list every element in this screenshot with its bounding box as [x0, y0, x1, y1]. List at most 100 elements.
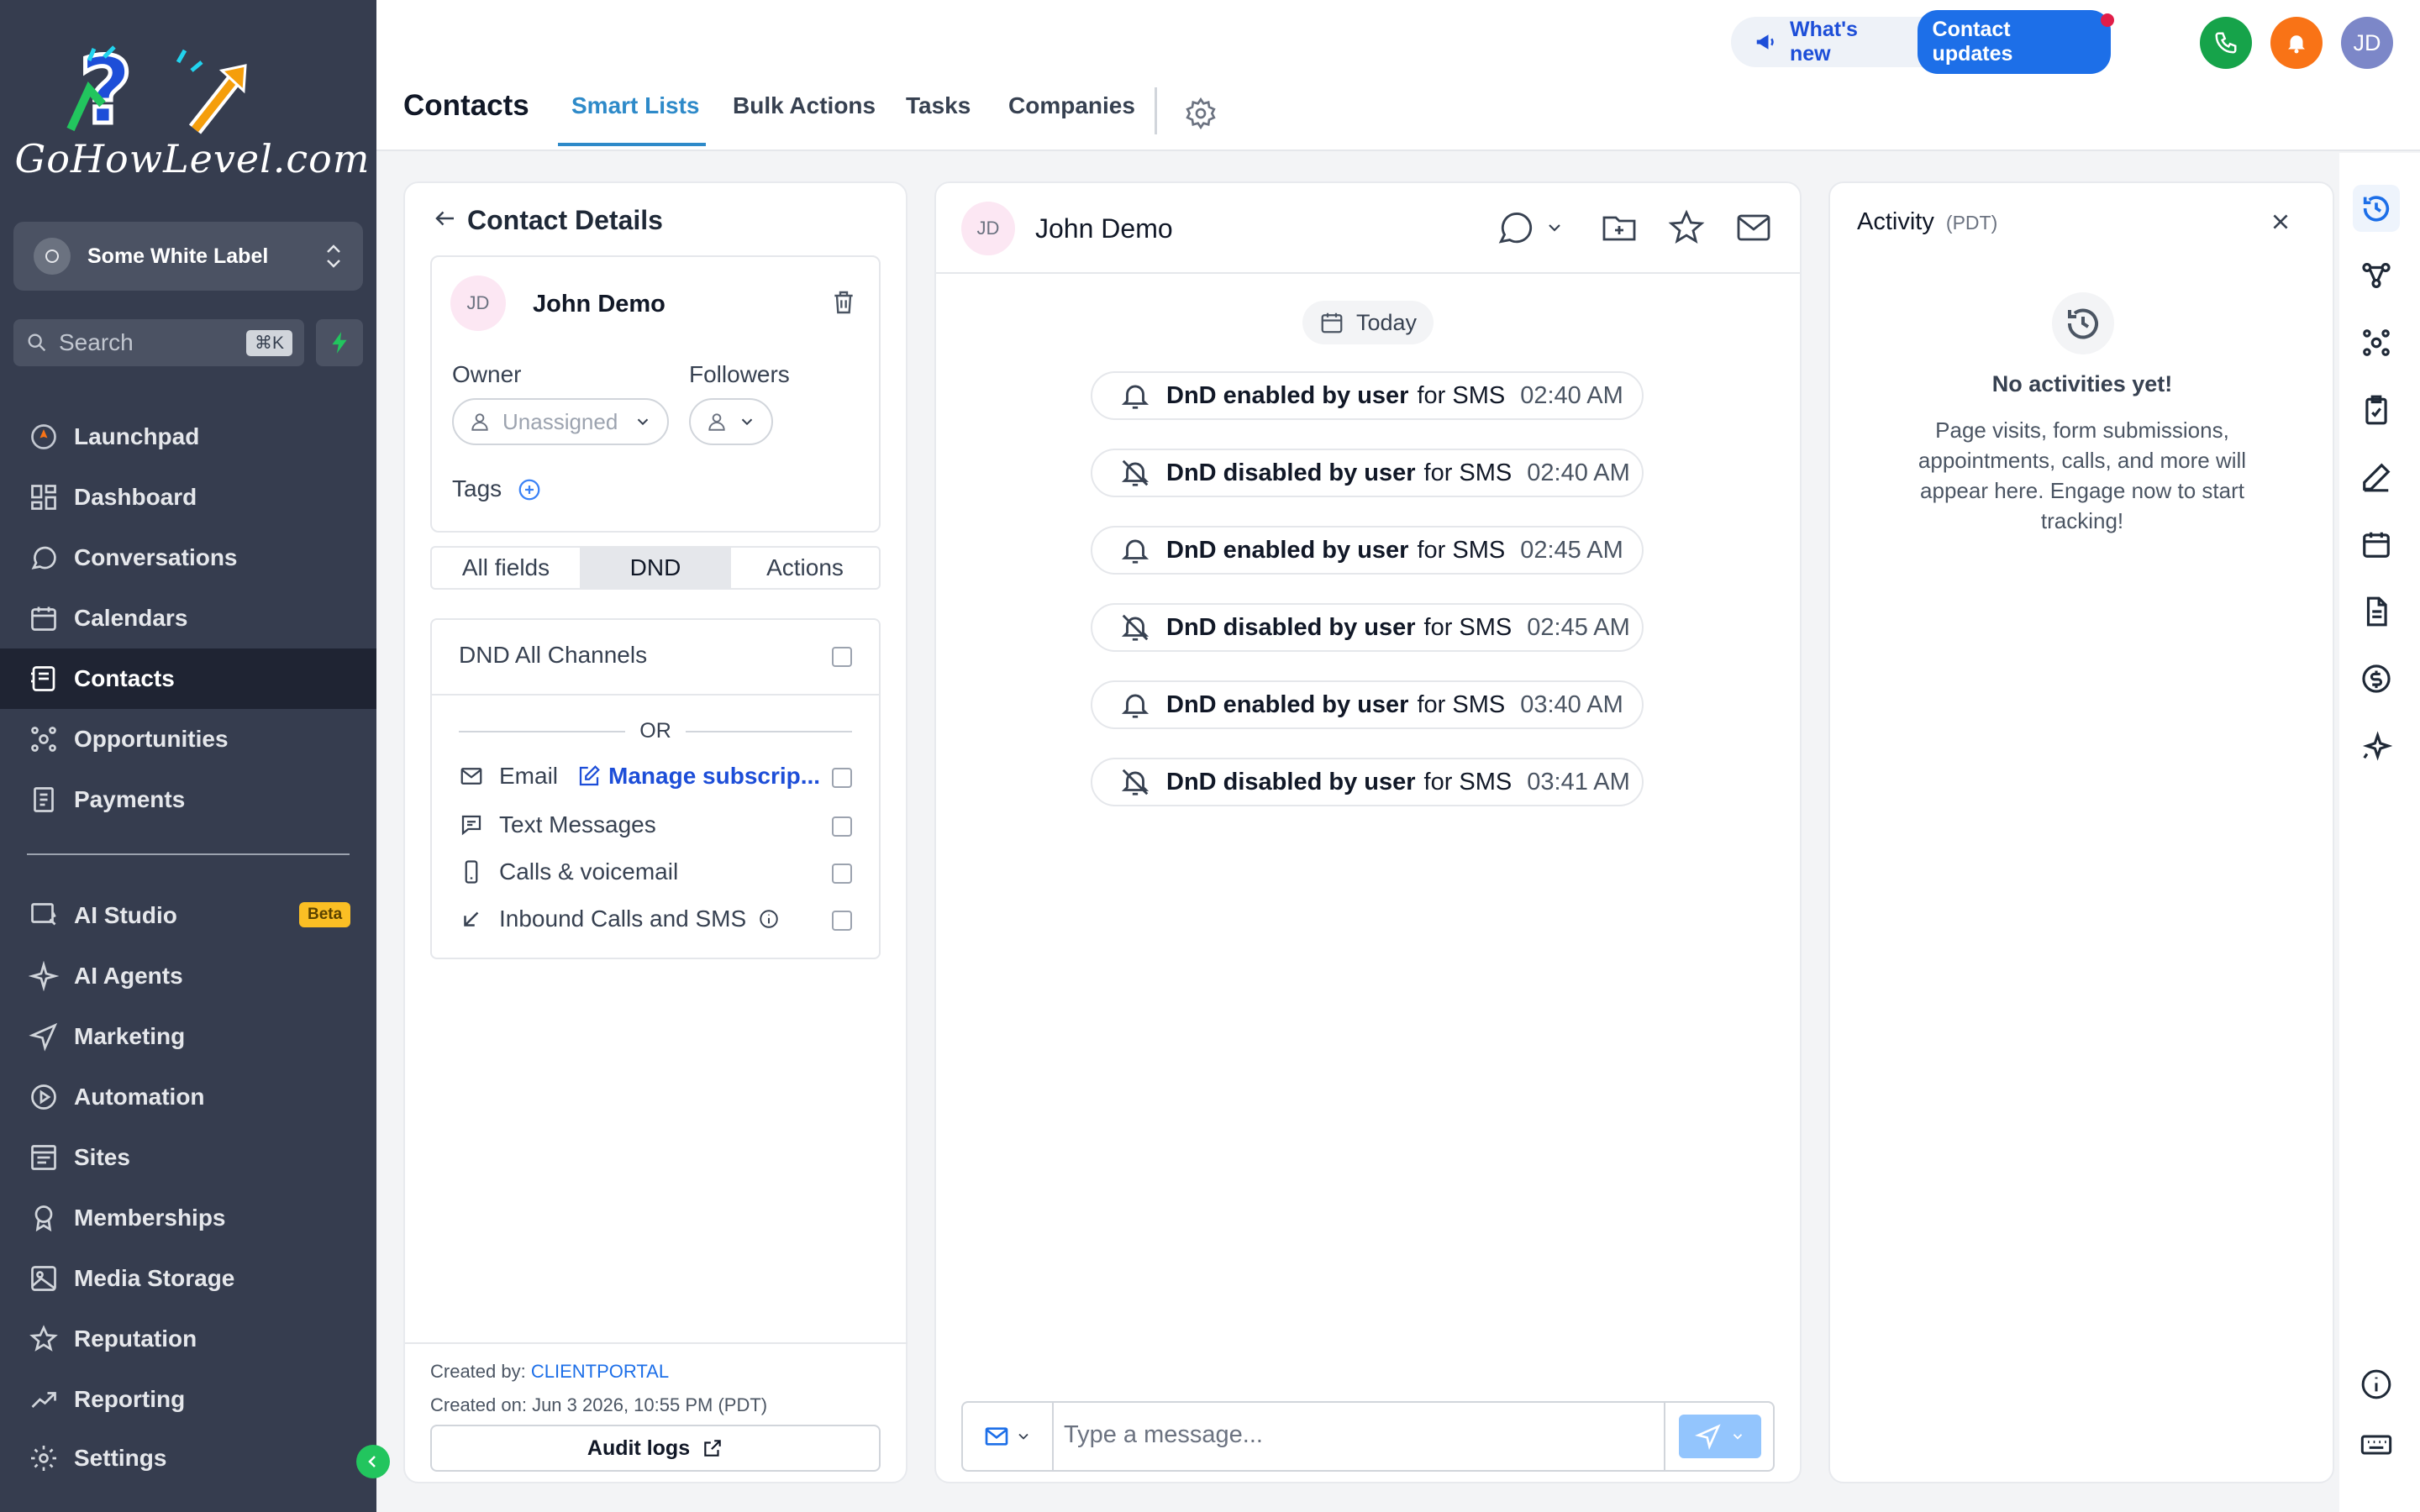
owner-select[interactable]: Unassigned: [452, 398, 669, 445]
trash-icon: [830, 289, 857, 316]
pen-icon: [2360, 461, 2392, 493]
tab-smart-lists[interactable]: Smart Lists: [571, 92, 700, 119]
sidebar-item-label: Calendars: [74, 605, 188, 631]
whats-new-label: What's new: [1790, 18, 1858, 66]
notifications-button[interactable]: [2270, 17, 2323, 69]
close-activity-button[interactable]: [2264, 205, 2297, 239]
rail-activity-button[interactable]: [2353, 185, 2400, 232]
dnd-all-channels-checkbox[interactable]: [832, 647, 852, 667]
event-detail: for SMS: [1423, 459, 1512, 486]
tab-actions[interactable]: Actions: [731, 548, 879, 588]
event-action: DnD disabled by user: [1166, 459, 1416, 486]
channel-select[interactable]: [1487, 205, 1571, 250]
rail-appointments-button[interactable]: [2353, 521, 2400, 568]
account-avatar: [34, 238, 71, 275]
ai-studio-icon: [29, 900, 59, 931]
message-input[interactable]: Type a message...: [1064, 1421, 1263, 1449]
sidebar-search[interactable]: Search ⌘K: [13, 319, 304, 366]
event-action: DnD disabled by user: [1166, 613, 1416, 641]
composer-channel-select[interactable]: [963, 1403, 1054, 1470]
dnd-event-enabled: DnD enabled by user for SMS 02:40 AM: [1091, 371, 1644, 420]
tab-companies[interactable]: Companies: [1008, 92, 1135, 119]
grid-icon: [29, 482, 59, 512]
send-button[interactable]: [1679, 1415, 1761, 1458]
megaphone-icon: [1753, 29, 1780, 55]
or-line-left: [459, 731, 625, 732]
rail-opportunities-button[interactable]: [2353, 319, 2400, 366]
tab-dnd[interactable]: DND: [581, 548, 731, 588]
dnd-email-checkbox[interactable]: [832, 768, 852, 788]
calendar-icon: [29, 603, 59, 633]
rail-ai-button[interactable]: [2353, 722, 2400, 769]
user-icon: [469, 411, 491, 433]
sidebar-item-reputation[interactable]: Reputation: [0, 1309, 376, 1369]
rail-tasks-button[interactable]: [2353, 386, 2400, 433]
dnd-calls-label: Calls & voicemail: [499, 858, 679, 885]
sidebar: ? GoHowLevel.com Some White Label Search…: [0, 0, 390, 1512]
sidebar-item-media-storage[interactable]: Media Storage: [0, 1248, 376, 1309]
rail-keyboard-button[interactable]: [2353, 1421, 2400, 1468]
dnd-text-checkbox[interactable]: [832, 816, 852, 837]
rail-info-button[interactable]: [2353, 1361, 2400, 1408]
sidebar-item-launchpad[interactable]: Launchpad: [0, 407, 376, 467]
dnd-event-disabled: DnD disabled by user for SMS 03:41 AM: [1091, 758, 1644, 806]
sidebar-item-settings[interactable]: Settings: [0, 1428, 376, 1488]
user-avatar[interactable]: JD: [2341, 17, 2393, 69]
edit-icon: [576, 764, 602, 789]
created-by-value[interactable]: CLIENTPORTAL: [531, 1361, 669, 1382]
sidebar-item-ai-agents[interactable]: AI Agents: [0, 946, 376, 1006]
whats-new-button[interactable]: What's new Contact updates: [1731, 10, 2111, 74]
sidebar-item-label: Settings: [74, 1445, 167, 1471]
delete-contact-button[interactable]: [827, 286, 860, 319]
followers-select[interactable]: [689, 398, 773, 445]
account-switcher[interactable]: Some White Label: [13, 222, 363, 291]
sidebar-item-contacts[interactable]: Contacts: [0, 648, 376, 709]
sidebar-item-calendars[interactable]: Calendars: [0, 588, 376, 648]
info-icon[interactable]: [758, 908, 780, 930]
email-button[interactable]: [1731, 205, 1776, 250]
add-to-folder-button[interactable]: [1597, 205, 1642, 250]
add-tag-button[interactable]: [514, 475, 544, 504]
search-shortcut: ⌘K: [245, 329, 292, 356]
dnd-inbound-checkbox[interactable]: [832, 911, 852, 931]
sidebar-item-opportunities[interactable]: Opportunities: [0, 709, 376, 769]
sidebar-item-dashboard[interactable]: Dashboard: [0, 467, 376, 528]
sidebar-item-label: Automation: [74, 1084, 205, 1110]
settings-button[interactable]: [1180, 92, 1222, 134]
rail-documents-button[interactable]: [2353, 588, 2400, 635]
rail-notes-button[interactable]: [2353, 454, 2400, 501]
sidebar-item-conversations[interactable]: Conversations: [0, 528, 376, 588]
workflow-icon: [2360, 260, 2392, 291]
contact-updates-button[interactable]: Contact updates: [1917, 10, 2111, 74]
sidebar-item-automation[interactable]: Automation: [0, 1067, 376, 1127]
quick-action-button[interactable]: [316, 319, 363, 366]
sidebar-item-marketing[interactable]: Marketing: [0, 1006, 376, 1067]
chevron-down-icon: [1544, 218, 1565, 238]
dollar-icon: [2360, 663, 2392, 695]
event-detail: for SMS: [1417, 536, 1506, 564]
event-detail: for SMS: [1423, 768, 1512, 795]
manage-subscriptions-link[interactable]: Manage subscrip...: [608, 763, 820, 790]
sidebar-item-memberships[interactable]: Memberships: [0, 1188, 376, 1248]
sidebar-item-sites[interactable]: Sites: [0, 1127, 376, 1188]
folder-plus-icon: [1599, 207, 1639, 248]
back-button[interactable]: [430, 203, 460, 234]
sidebar-item-reporting[interactable]: Reporting: [0, 1369, 376, 1430]
sidebar-item-label: Conversations: [74, 544, 238, 570]
memberships-icon: [29, 1203, 59, 1233]
dnd-calls-checkbox[interactable]: [832, 864, 852, 884]
tab-all-fields[interactable]: All fields: [432, 548, 581, 588]
collapse-sidebar-button[interactable]: [356, 1445, 390, 1478]
rail-payments-button[interactable]: [2353, 655, 2400, 702]
sidebar-item-payments[interactable]: Payments: [0, 769, 376, 830]
star-button[interactable]: [1664, 205, 1709, 250]
mail-icon: [983, 1423, 1010, 1450]
brand-logo[interactable]: ? GoHowLevel.com: [12, 45, 373, 188]
audit-logs-button[interactable]: Audit logs: [430, 1425, 881, 1472]
rail-workflow-button[interactable]: [2353, 252, 2400, 299]
event-detail: for SMS: [1417, 381, 1506, 409]
tab-bulk-actions[interactable]: Bulk Actions: [733, 92, 876, 119]
phone-button[interactable]: [2200, 17, 2252, 69]
tab-tasks[interactable]: Tasks: [906, 92, 971, 119]
dnd-inbound-label: Inbound Calls and SMS: [499, 906, 747, 932]
